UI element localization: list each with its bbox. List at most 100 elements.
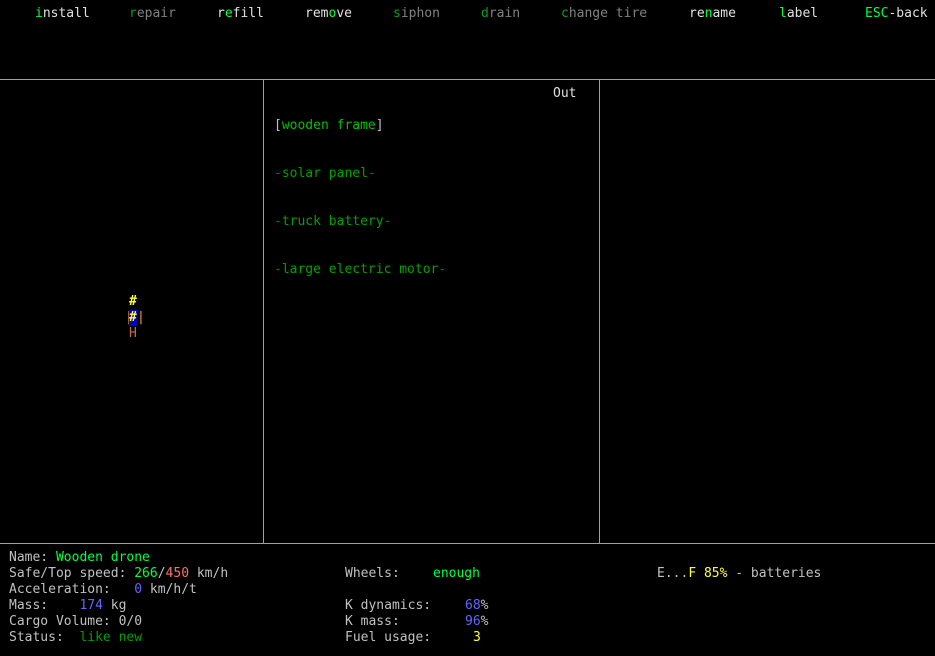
mass-value: 174 xyxy=(79,598,103,613)
stat-label: Name: xyxy=(9,550,49,565)
stat-fuel-usage: Fuel usage: xyxy=(345,630,431,646)
menu-label: iphon xyxy=(400,6,440,21)
unit: kg xyxy=(110,598,127,613)
fuel-gauge: E...F 85% - batteries xyxy=(657,566,821,582)
hotkey: l xyxy=(779,6,787,21)
hotkey: d xyxy=(481,6,489,21)
stat-cargo: Cargo Volume: 0/0 xyxy=(9,614,142,630)
wheels-value: enough xyxy=(433,566,480,582)
hotkey: e xyxy=(224,6,233,21)
hotkey: i xyxy=(35,6,43,21)
menu-label: rain xyxy=(488,6,521,21)
part-prefix: [ xyxy=(274,118,282,133)
menu-remove[interactable]: remove xyxy=(305,6,352,22)
menu-back[interactable]: ESC-back xyxy=(865,6,928,22)
stat-wheels: Wheels: xyxy=(345,566,400,582)
vehicle-tile-right: | xyxy=(137,310,145,325)
part-prefix: - xyxy=(274,214,282,229)
part-row[interactable]: -solar panel- xyxy=(274,166,446,182)
stat-label: Safe/Top speed: xyxy=(9,566,127,581)
part-prefix: - xyxy=(274,262,282,277)
part-suffix: ] xyxy=(375,118,384,133)
fuel-percent: 85% xyxy=(703,566,728,581)
wheels-value-text: enough xyxy=(433,566,480,581)
vehicle-tile-top: # xyxy=(129,294,137,309)
fuel-type: - batteries xyxy=(727,566,822,581)
menu-label: epair xyxy=(136,6,176,21)
stat-k-dynamics: K dynamics: xyxy=(345,598,431,614)
safe-speed: 266 xyxy=(134,566,158,581)
menu-repair[interactable]: repair xyxy=(129,6,176,22)
part-prefix: - xyxy=(274,166,282,181)
part-name: wooden frame xyxy=(281,118,376,133)
stat-label: Cargo Volume: xyxy=(9,614,111,629)
menu-label: r xyxy=(217,6,225,21)
unit: km/h/t xyxy=(149,582,197,597)
part-name: solar panel xyxy=(281,166,368,181)
stat-acceleration: Acceleration: 0 km/h/t xyxy=(9,582,197,598)
hotkey: ESC xyxy=(865,6,889,21)
status-value: like new xyxy=(79,630,143,645)
stat-label: Fuel usage: xyxy=(345,630,432,645)
stat-mass: Mass: 174 kg xyxy=(9,598,126,614)
part-row[interactable]: -large electric motor- xyxy=(274,262,446,278)
stat-label: Wheels: xyxy=(345,566,400,581)
part-suffix: - xyxy=(383,214,392,229)
fuel-usage-number: 3 xyxy=(473,630,481,645)
menu-label: ve xyxy=(336,6,352,21)
out-indicator: Out xyxy=(553,86,577,101)
hotkey: s xyxy=(393,6,401,21)
unit: km/h xyxy=(196,566,229,581)
menu-label: ame xyxy=(712,6,736,21)
menu-label: fill xyxy=(232,6,264,21)
menu-rename[interactable]: rename xyxy=(689,6,736,22)
menu-label: rem xyxy=(305,6,329,21)
bottom-divider xyxy=(0,543,935,544)
vehicle-tile-bottom: H xyxy=(129,326,137,341)
left-panel-divider xyxy=(263,79,264,544)
vehicle-name: Wooden drone xyxy=(55,550,150,565)
stat-k-mass: K mass: xyxy=(345,614,400,630)
menu-label-action[interactable]: label xyxy=(779,6,818,22)
menu-label: re xyxy=(689,6,705,21)
menu-drain[interactable]: drain xyxy=(481,6,520,22)
fuel-usage-value: 3 xyxy=(473,630,481,646)
parts-list: [wooden frame] -solar panel- -truck batt… xyxy=(274,86,446,294)
k-dynamics-number: 68 xyxy=(465,598,481,613)
menu-label: nstall xyxy=(42,6,90,21)
menu-siphon[interactable]: siphon xyxy=(393,6,440,22)
acceleration-value: 0 xyxy=(134,582,143,597)
top-divider xyxy=(0,79,935,80)
menu-label: -back xyxy=(888,6,928,21)
percent-sign: % xyxy=(480,614,489,629)
percent-sign: % xyxy=(480,598,489,613)
part-suffix: - xyxy=(367,166,376,181)
k-mass-number: 96 xyxy=(465,614,481,629)
hotkey: c xyxy=(561,6,569,21)
menu-change-tire[interactable]: change tire xyxy=(561,6,647,22)
stat-label: Mass: xyxy=(9,598,49,613)
right-panel-divider xyxy=(599,79,600,544)
vehicle-cursor: # xyxy=(129,310,137,326)
gauge-empty-label: E... xyxy=(657,566,689,581)
part-suffix: - xyxy=(438,262,447,277)
part-row[interactable]: -truck battery- xyxy=(274,214,446,230)
menu-refill[interactable]: refill xyxy=(217,6,264,22)
menu-label: hange tire xyxy=(568,6,648,21)
cargo-value: 0/0 xyxy=(118,614,143,629)
separator: / xyxy=(157,566,166,581)
k-mass-value: 96% xyxy=(465,614,488,630)
stat-name: Name: Wooden drone xyxy=(9,550,150,566)
top-speed: 450 xyxy=(165,566,190,581)
part-name: truck battery xyxy=(281,214,384,229)
k-dynamics-value: 68% xyxy=(465,598,488,614)
stat-label: Acceleration: xyxy=(9,582,111,597)
stat-label: Status: xyxy=(9,630,64,645)
gauge-full-label: F xyxy=(688,566,697,581)
hotkey: r xyxy=(129,6,137,21)
part-name: large electric motor xyxy=(281,262,439,277)
menu-install[interactable]: install xyxy=(35,6,90,22)
stat-label: K dynamics: xyxy=(345,598,432,613)
part-row[interactable]: [wooden frame] xyxy=(274,118,446,134)
stat-label: K mass: xyxy=(345,614,400,629)
